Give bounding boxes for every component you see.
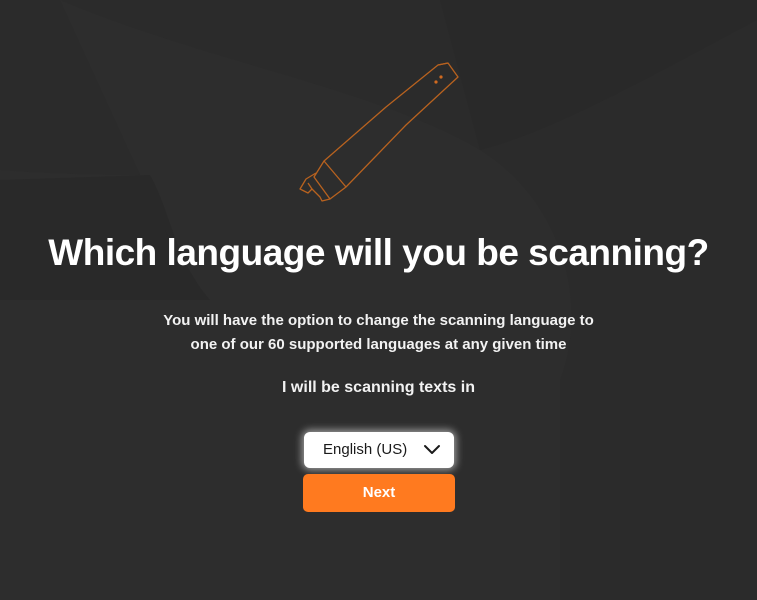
chevron-down-icon — [424, 445, 440, 454]
subtitle-line-1: You will have the option to change the s… — [163, 312, 594, 329]
language-select-value: English (US) — [323, 441, 408, 458]
scanner-pen-icon — [299, 62, 459, 202]
subtitle-line-2: one of our 60 supported languages at any… — [190, 336, 567, 353]
language-select[interactable]: English (US) — [304, 432, 454, 468]
page-subtitle: You will have the option to change the s… — [0, 309, 757, 357]
scan-language-label: I will be scanning texts in — [282, 379, 475, 396]
page-title: Which language will you be scanning? — [48, 232, 709, 273]
next-button[interactable]: Next — [303, 474, 455, 512]
